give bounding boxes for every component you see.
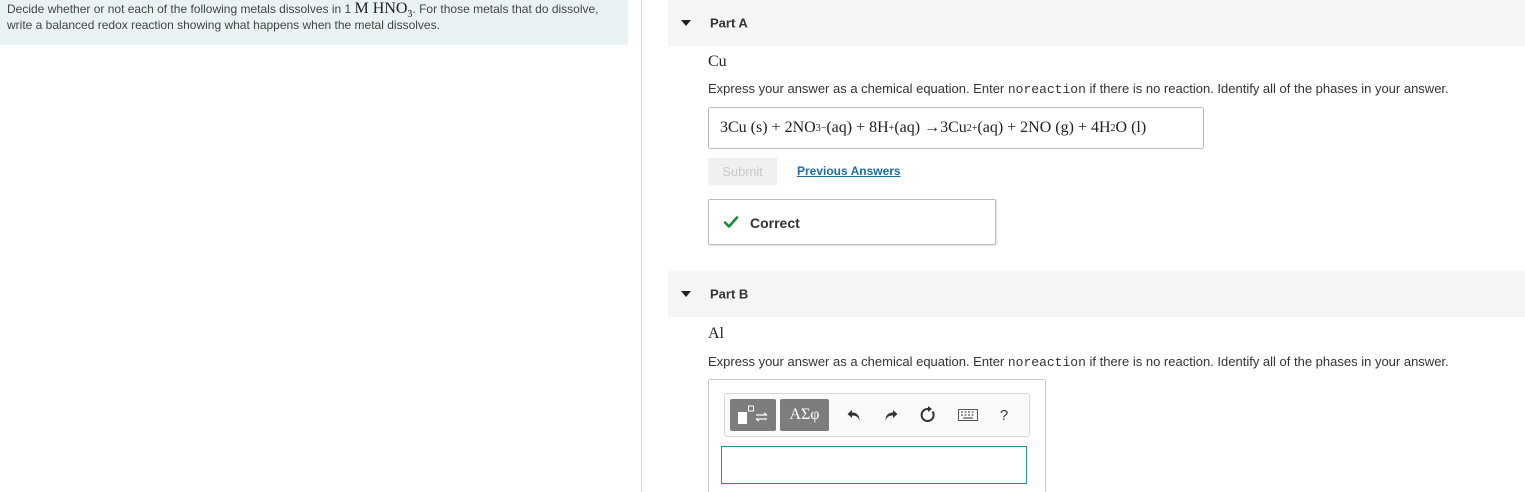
part-b-header[interactable]: Part B [668,271,1525,317]
undo-icon[interactable] [843,404,865,426]
template-icon [738,405,768,424]
reset-icon[interactable] [917,404,939,426]
intro-formula: M HNO3 [354,0,413,21]
previous-answers-link[interactable]: Previous Answers [797,164,901,178]
problem-intro: Decide whether or not each of the follow… [0,0,628,45]
column-divider [641,0,642,492]
template-button[interactable] [730,399,776,431]
part-b-metal: Al [708,325,724,342]
editor-toolbar: ΑΣφ ? [724,393,1030,437]
part-a-title: Part A [710,15,748,31]
part-b-title: Part B [710,286,749,302]
caret-down-icon[interactable] [681,291,691,297]
part-b-instruction: Express your answer as a chemical equati… [708,354,1449,370]
equation-input[interactable] [721,446,1027,484]
intro-text: Decide whether or not each of the follow… [7,2,352,16]
help-icon[interactable]: ? [993,404,1015,426]
keyboard-icon[interactable] [957,404,979,426]
redo-icon[interactable] [880,404,902,426]
answer-editor: ΑΣφ ? [708,379,1046,492]
greek-symbols-button[interactable]: ΑΣφ [780,399,829,431]
part-a-instruction: Express your answer as a chemical equati… [708,81,1449,97]
check-icon [723,216,739,228]
part-a-header[interactable]: Part A [668,0,1525,46]
part-a-answer: 3Cu (s) + 2NO 3− (aq) + 8H + (aq) →3Cu 2+ (… [708,107,1204,149]
feedback-label: Correct [750,215,800,231]
feedback-correct: Correct [708,199,996,245]
part-a-metal: Cu [708,53,727,70]
submit-button[interactable]: Submit [708,158,777,185]
caret-down-icon[interactable] [681,20,691,26]
